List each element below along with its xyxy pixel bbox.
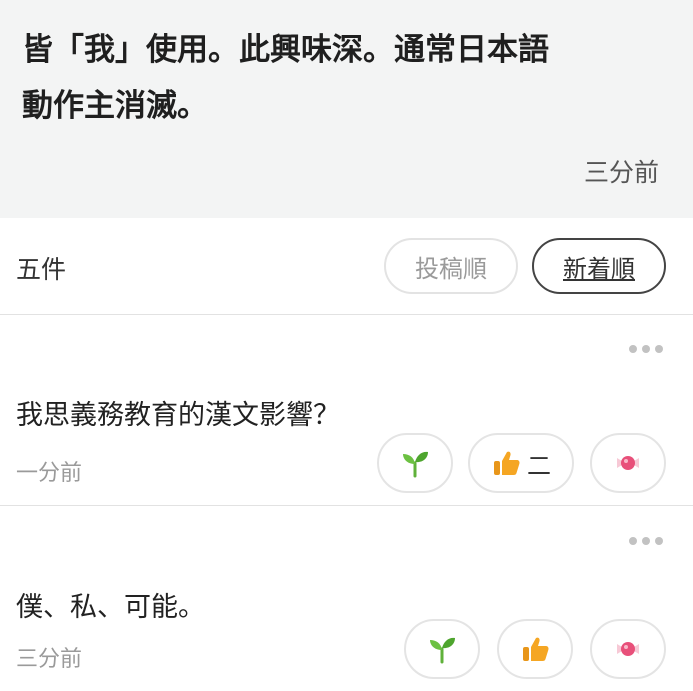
parent-comment-timestamp: 三分前 [583, 158, 659, 187]
candy-reaction-button[interactable] [590, 433, 666, 493]
more-dot [642, 537, 650, 545]
comment-count: 五件 [16, 255, 67, 284]
thumbs-up-icon [491, 448, 521, 478]
more-dot [655, 537, 663, 545]
candy-icon [613, 634, 643, 664]
sort-posted-order-button[interactable]: 投稿順 [384, 238, 518, 294]
parent-comment: 皆「我」使用。此興味深。通常日本語 動作主消滅。 三分前 [0, 0, 693, 218]
more-dot [655, 345, 663, 353]
comment-item: 我思義務教育的漢文影響？ 一分前 二 [0, 315, 693, 506]
comment-text: 我思義務教育的漢文影響？ [16, 400, 340, 431]
thumbs-up-icon [520, 634, 550, 664]
like-reaction-button[interactable] [497, 619, 573, 679]
sprout-reaction-button[interactable] [404, 619, 480, 679]
comment-timestamp: 三分前 [16, 647, 83, 672]
comment-text: 僕、私、可能。 [16, 592, 205, 623]
more-dot [629, 537, 637, 545]
comment-timestamp: 一分前 [16, 461, 83, 486]
sprout-icon [427, 634, 457, 664]
candy-reaction-button[interactable] [590, 619, 666, 679]
parent-comment-line-1: 皆「我」使用。此興味深。通常日本語 [22, 32, 549, 68]
candy-icon [613, 448, 643, 478]
sort-newest-order-button[interactable]: 新着順 [532, 238, 666, 294]
parent-comment-line-2: 動作主消滅。 [22, 88, 208, 124]
more-dot [642, 345, 650, 353]
like-count: 二 [527, 451, 551, 480]
like-reaction-button[interactable]: 二 [468, 433, 574, 493]
comment-item: 僕、私、可能。 三分前 [0, 507, 693, 691]
sprout-reaction-button[interactable] [377, 433, 453, 493]
sprout-icon [400, 448, 430, 478]
more-options-icon[interactable] [629, 345, 663, 353]
sort-bar: 五件 投稿順 新着順 [0, 218, 693, 315]
more-dot [629, 345, 637, 353]
more-options-icon[interactable] [629, 537, 663, 545]
parent-comment-text: 皆「我」使用。此興味深。通常日本語 動作主消滅。 [22, 22, 662, 134]
